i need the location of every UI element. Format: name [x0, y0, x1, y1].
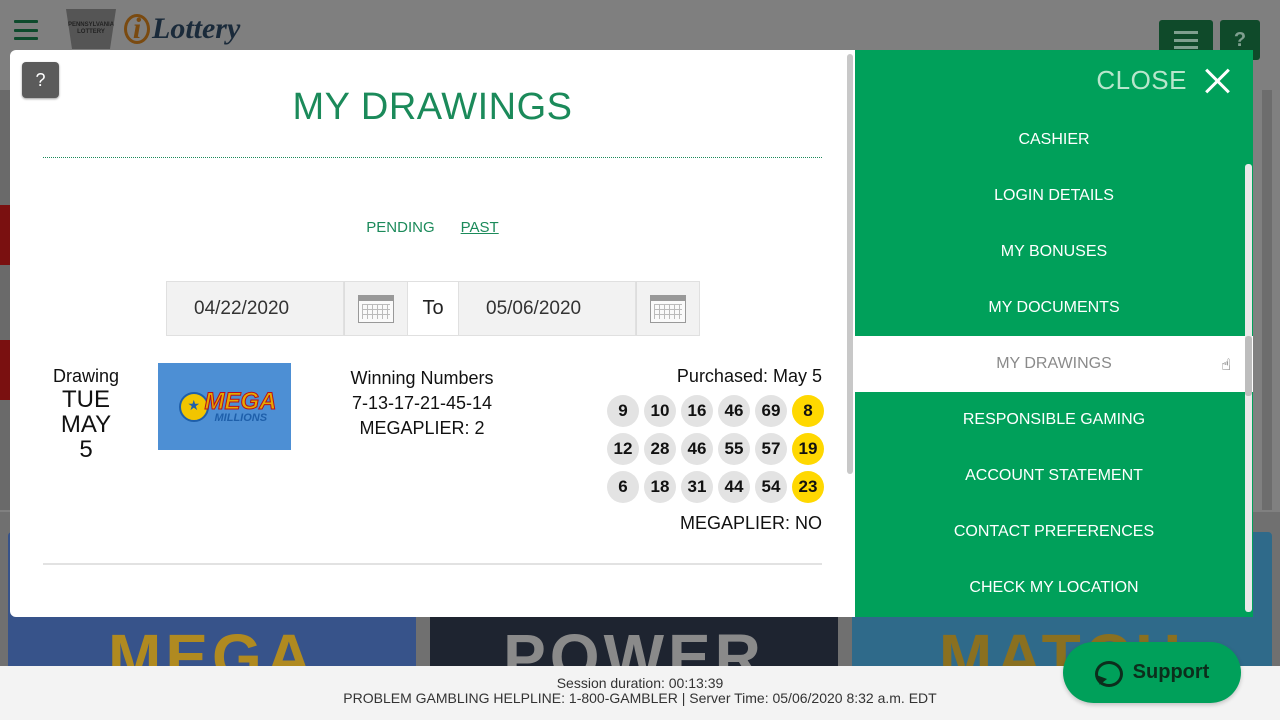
- support-button[interactable]: Support: [1063, 642, 1241, 703]
- ticket-megaplier: MEGAPLIER: NO: [679, 513, 822, 533]
- close-label[interactable]: CLOSE: [1096, 65, 1187, 96]
- ticket-line: 9 10 16 46 69 8: [602, 395, 824, 427]
- drawing-divider: [43, 563, 822, 565]
- calendar-icon: [358, 294, 394, 323]
- winning-numbers: Winning Numbers 7-13-17-21-45-14 MEGAPLI…: [332, 366, 512, 441]
- support-label: Support: [1132, 661, 1210, 683]
- mega-ball: 8: [792, 395, 824, 427]
- side-menu-scrollbar[interactable]: [1245, 164, 1252, 612]
- ticket-line: 6 18 31 44 54 23: [602, 471, 824, 503]
- chat-icon: [1094, 660, 1123, 687]
- ticket-lines: 9 10 16 46 69 8 12 28 46 55 57 19 6 18 3…: [602, 395, 824, 509]
- hamburger-menu-icon[interactable]: [14, 20, 38, 40]
- modal-scrollbar[interactable]: [847, 54, 853, 474]
- menu-item-my-documents[interactable]: MY DOCUMENTS: [855, 280, 1253, 336]
- my-drawings-modal: ? MY DRAWINGS PENDING PAST 04/22/2020 To…: [10, 50, 855, 617]
- menu-item-account-statement[interactable]: ACCOUNT STATEMENT: [855, 448, 1253, 504]
- close-button[interactable]: CLOSE: [1096, 65, 1231, 96]
- winning-numbers-value: 7-13-17-21-45-14: [351, 393, 493, 413]
- drawing-day: TUE: [62, 386, 110, 413]
- ticket-line: 12 28 46 55 57 19: [602, 433, 824, 465]
- number-ball: 44: [718, 471, 750, 503]
- number-ball: 55: [718, 433, 750, 465]
- winning-megaplier: MEGAPLIER: 2: [359, 418, 485, 438]
- drawing-date: Drawing TUE MAY 5: [43, 366, 129, 462]
- number-ball: 46: [681, 433, 713, 465]
- number-ball: 10: [644, 395, 676, 427]
- number-ball: 12: [607, 433, 639, 465]
- drawing-label: Drawing: [52, 366, 120, 386]
- menu-item-login-details[interactable]: LOGIN DETAILS: [855, 168, 1253, 224]
- side-menu-list: CASHIER LOGIN DETAILS MY BONUSES MY DOCU…: [855, 112, 1253, 616]
- number-ball: 54: [755, 471, 787, 503]
- date-to-input[interactable]: 05/06/2020: [458, 281, 636, 336]
- winning-numbers-label: Winning Numbers: [350, 368, 494, 388]
- menu-item-label: MY DRAWINGS: [996, 355, 1112, 372]
- account-side-menu: CLOSE CASHIER LOGIN DETAILS MY BONUSES M…: [855, 50, 1253, 617]
- list-icon: [1174, 31, 1198, 49]
- menu-item-cashier[interactable]: CASHIER: [855, 112, 1253, 168]
- title-divider: [43, 157, 822, 158]
- ilottery-logo: i Lottery: [124, 12, 240, 46]
- date-to-calendar-button[interactable]: [636, 281, 700, 336]
- background-left-strip: [0, 90, 10, 510]
- date-from-calendar-button[interactable]: [344, 281, 408, 336]
- menu-item-responsible-gaming[interactable]: RESPONSIBLE GAMING: [855, 392, 1253, 448]
- close-icon[interactable]: [1203, 67, 1231, 95]
- menu-item-my-drawings[interactable]: MY DRAWINGS ☝: [855, 336, 1253, 392]
- date-range-to-label: To: [408, 281, 458, 336]
- number-ball: 16: [681, 395, 713, 427]
- number-ball: 28: [644, 433, 676, 465]
- menu-item-my-bonuses[interactable]: MY BONUSES: [855, 224, 1253, 280]
- number-ball: 31: [681, 471, 713, 503]
- scrollbar-thumb[interactable]: [1245, 336, 1252, 396]
- menu-item-check-my-location[interactable]: CHECK MY LOCATION: [855, 560, 1253, 616]
- drawing-day-number: 5: [79, 436, 93, 463]
- menu-item-contact-preferences[interactable]: CONTACT PREFERENCES: [855, 504, 1253, 560]
- tab-pending[interactable]: PENDING: [366, 219, 434, 236]
- mega-ball: 19: [792, 433, 824, 465]
- calendar-icon: [650, 294, 686, 323]
- number-ball: 6: [607, 471, 639, 503]
- drawing-month: MAY: [60, 411, 112, 438]
- mega-millions-logo: MEGA MILLIONS: [158, 363, 291, 450]
- purchased-date: Purchased: May 5: [676, 366, 822, 386]
- number-ball: 9: [607, 395, 639, 427]
- keystone-logo-icon: PENNSYLVANIA LOTTERY: [66, 9, 116, 49]
- mega-ball: 23: [792, 471, 824, 503]
- site-logo[interactable]: PENNSYLVANIA LOTTERY i Lottery: [66, 6, 240, 52]
- date-range-filter: 04/22/2020 To 05/06/2020: [166, 281, 700, 336]
- number-ball: 57: [755, 433, 787, 465]
- drawing-tabs: PENDING PAST: [43, 219, 822, 236]
- number-ball: 18: [644, 471, 676, 503]
- page-title: MY DRAWINGS: [292, 86, 573, 128]
- hand-pointer-icon: ☝: [1221, 357, 1231, 374]
- number-ball: 46: [718, 395, 750, 427]
- date-from-input[interactable]: 04/22/2020: [166, 281, 344, 336]
- number-ball: 69: [755, 395, 787, 427]
- page-scrollbar[interactable]: [1262, 90, 1272, 510]
- tab-past[interactable]: PAST: [461, 219, 499, 236]
